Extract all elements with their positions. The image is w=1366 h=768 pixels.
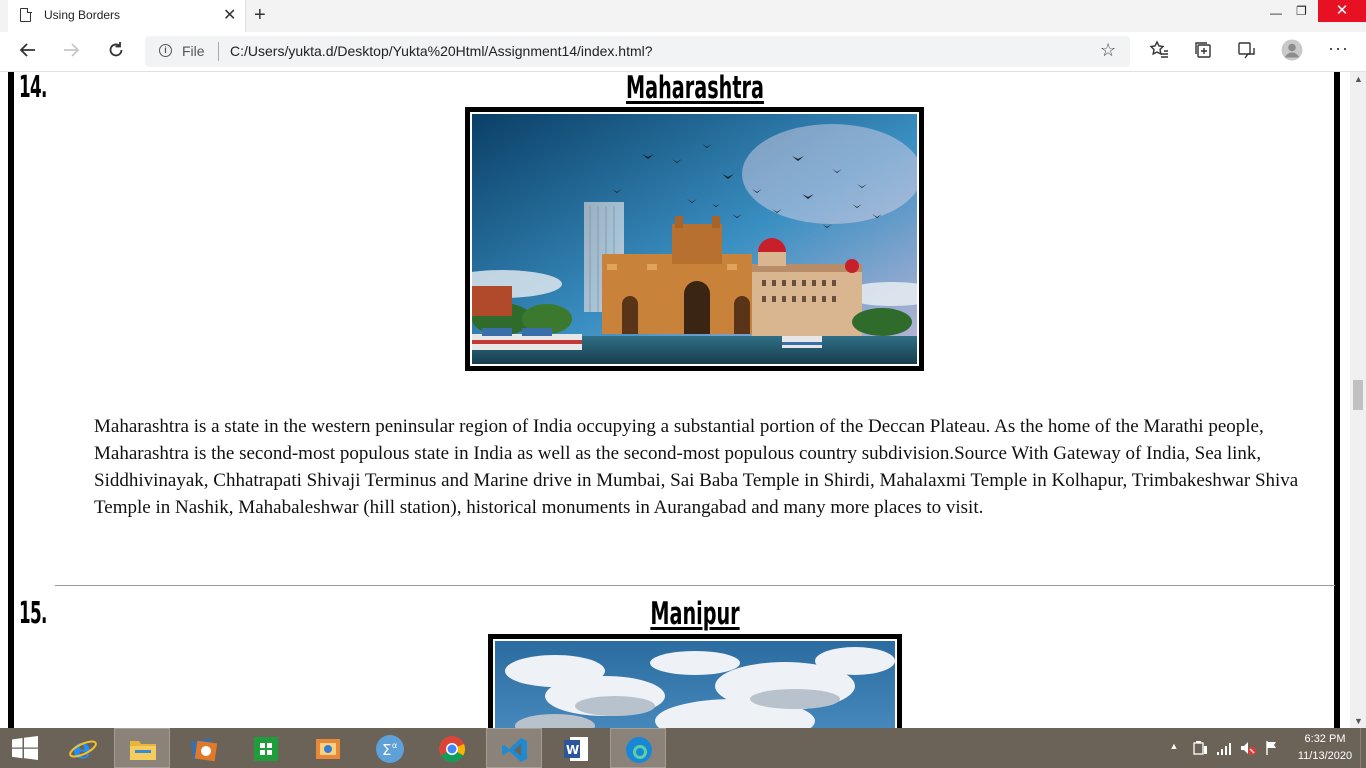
scroll-up-icon[interactable]: ▲ <box>1354 74 1363 84</box>
restore-button[interactable]: ❐ <box>1296 4 1310 18</box>
state-title: Maharashtra <box>626 72 764 106</box>
svg-text:α: α <box>392 741 397 750</box>
section-number: 14. <box>19 72 47 105</box>
action-center-flag-icon[interactable] <box>1264 740 1280 756</box>
clock-date[interactable]: 11/13/2020 <box>1285 750 1365 762</box>
state-image-frame <box>488 634 902 728</box>
window-close-button[interactable]: ✕ <box>1318 0 1366 22</box>
info-icon[interactable]: i <box>159 44 172 57</box>
svg-text:Σ: Σ <box>382 741 391 759</box>
vscode-icon[interactable] <box>486 728 542 768</box>
chrome-icon[interactable] <box>424 728 480 768</box>
start-button[interactable] <box>0 728 56 768</box>
address-bar[interactable]: i File C:/Users/yukta.d/Desktop/Yukta%20… <box>145 36 1130 67</box>
scroll-thumb[interactable] <box>1353 380 1363 410</box>
clock-time[interactable]: 6:32 PM <box>1285 733 1365 745</box>
back-icon[interactable] <box>18 40 38 65</box>
url-text[interactable]: C:/Users/yukta.d/Desktop/Yukta%20Html/As… <box>230 43 653 59</box>
minimize-button[interactable]: — <box>1270 6 1282 20</box>
file-explorer-icon[interactable] <box>114 728 170 768</box>
more-icon[interactable]: ··· <box>1328 37 1349 59</box>
paint-icon[interactable] <box>300 728 356 768</box>
svg-text:W: W <box>566 743 579 757</box>
page-border-right <box>1334 72 1340 728</box>
state-description: Maharashtra is a state in the western pe… <box>94 416 1299 518</box>
page-viewport: 14. Maharashtra Maharashtra is a state i… <box>0 72 1350 728</box>
new-tab-button[interactable]: + <box>254 4 266 26</box>
collections-icon[interactable] <box>1193 40 1213 65</box>
forward-icon[interactable] <box>61 40 81 65</box>
section-number: 15. <box>19 596 47 631</box>
tab-title: Using Borders <box>44 8 121 22</box>
show-desktop-button[interactable] <box>1360 728 1366 768</box>
vertical-scrollbar[interactable]: ▲ ▼ <box>1350 72 1366 728</box>
windows-taskbar: e Σα W ▲ 6:32 PM 11/13/2020 <box>0 728 1366 768</box>
math-input-icon[interactable]: Σα <box>362 728 418 768</box>
favorites-icon[interactable] <box>1149 40 1169 65</box>
word-icon[interactable]: W <box>548 728 604 768</box>
state-title: Manipur <box>650 596 740 632</box>
network-icon[interactable] <box>1216 740 1232 756</box>
page-border-left <box>8 72 14 728</box>
browser-tab[interactable]: Using Borders ✕ <box>8 0 246 32</box>
state-image-frame <box>465 107 924 371</box>
profile-icon[interactable] <box>1281 39 1303 66</box>
battery-icon[interactable] <box>1192 740 1208 756</box>
star-icon[interactable]: ☆ <box>1100 40 1116 61</box>
tab-strip: Using Borders ✕ + — ❐ ✕ <box>0 0 1366 32</box>
address-separator <box>218 42 219 61</box>
browser-toolbar: i File C:/Users/yukta.d/Desktop/Yukta%20… <box>0 32 1366 72</box>
maharashtra-image <box>472 114 917 364</box>
tray-chevron-icon[interactable]: ▲ <box>1166 741 1182 751</box>
media-player-icon[interactable] <box>176 728 232 768</box>
edge-icon[interactable] <box>610 728 666 768</box>
manipur-image <box>495 641 895 728</box>
scroll-down-icon[interactable]: ▼ <box>1354 716 1363 726</box>
section-divider <box>55 585 1335 586</box>
file-label: File <box>182 43 205 59</box>
refresh-icon[interactable] <box>106 40 126 65</box>
page-icon <box>20 7 32 22</box>
tab-close-button[interactable]: ✕ <box>223 6 236 26</box>
office-icon[interactable] <box>238 728 294 768</box>
volume-muted-icon[interactable] <box>1240 740 1256 756</box>
share-icon[interactable] <box>1236 40 1256 65</box>
internet-explorer-icon[interactable]: e <box>56 728 112 768</box>
